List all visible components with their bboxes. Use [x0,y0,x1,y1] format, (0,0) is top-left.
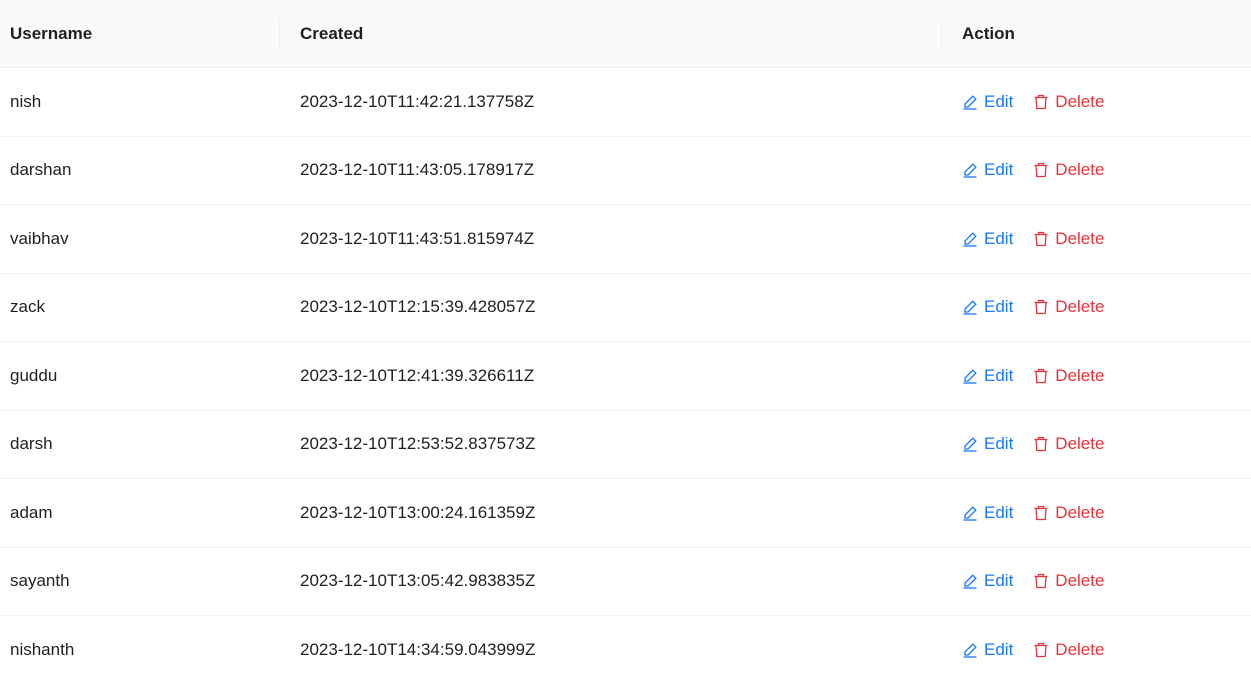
delete-button[interactable]: Delete [1033,640,1104,660]
edit-pen-icon [963,300,977,315]
edit-button[interactable]: Edit [962,503,1013,523]
table-row: darsh 2023-12-10T12:53:52.837573Z Edit D… [0,411,1251,479]
edit-label: Edit [984,434,1014,454]
created-cell: 2023-12-10T12:15:39.428057Z [300,297,536,317]
created-cell: 2023-12-10T11:43:05.178917Z [300,160,535,180]
table-row: nishanth 2023-12-10T14:34:59.043999Z Edi… [0,616,1251,678]
column-header-created[interactable]: Created [280,0,942,67]
table-row: darshan 2023-12-10T11:43:05.178917Z Edit… [0,137,1251,205]
table-header: Username Created Action [0,0,1251,68]
edit-pen-icon [963,232,977,247]
username-cell: sayanth [10,571,70,591]
created-cell: 2023-12-10T13:05:42.983835Z [300,571,536,591]
action-cell: Edit Delete [942,92,1251,112]
delete-button[interactable]: Delete [1033,571,1104,591]
trash-icon [1034,163,1048,178]
username-cell: adam [10,502,53,522]
username-cell: darsh [10,434,53,454]
table-row: nish 2023-12-10T11:42:21.137758Z Edit De… [0,68,1251,137]
created-cell: 2023-12-10T11:42:21.137758Z [300,91,535,111]
action-cell: Edit Delete [942,229,1251,249]
username-cell: guddu [10,365,58,385]
created-cell: 2023-12-10T14:34:59.043999Z [300,639,536,659]
edit-pen-icon [963,506,977,521]
trash-icon [1034,574,1048,589]
table-row: zack 2023-12-10T12:15:39.428057Z Edit De… [0,274,1251,342]
delete-label: Delete [1055,639,1105,659]
action-cell: Edit Delete [942,640,1251,660]
edit-pen-icon [963,643,977,658]
edit-label: Edit [984,228,1014,248]
edit-label: Edit [984,502,1014,522]
edit-button[interactable]: Edit [962,434,1013,454]
edit-button[interactable]: Edit [962,160,1013,180]
edit-button[interactable]: Edit [962,229,1013,249]
delete-button[interactable]: Delete [1033,503,1104,523]
edit-button[interactable]: Edit [962,571,1013,591]
edit-pen-icon [963,95,977,110]
delete-button[interactable]: Delete [1033,160,1104,180]
delete-label: Delete [1055,502,1105,522]
action-cell: Edit Delete [942,434,1251,454]
trash-icon [1034,231,1048,246]
delete-label: Delete [1055,160,1105,180]
delete-label: Delete [1055,91,1105,111]
delete-button[interactable]: Delete [1033,92,1104,112]
table-row: vaibhav 2023-12-10T11:43:51.815974Z Edit… [0,205,1251,274]
edit-button[interactable]: Edit [962,92,1013,112]
created-cell: 2023-12-10T13:00:24.161359Z [300,502,536,522]
edit-label: Edit [984,91,1014,111]
table-row: guddu 2023-12-10T12:41:39.326611Z Edit D… [0,342,1251,411]
edit-label: Edit [984,297,1014,317]
table-body: nish 2023-12-10T11:42:21.137758Z Edit De… [0,68,1251,678]
edit-label: Edit [984,639,1014,659]
username-cell: vaibhav [10,228,69,248]
trash-icon [1034,368,1048,383]
delete-button[interactable]: Delete [1033,297,1104,317]
edit-button[interactable]: Edit [962,297,1013,317]
delete-label: Delete [1055,365,1105,385]
edit-button[interactable]: Edit [962,366,1013,386]
delete-label: Delete [1055,297,1105,317]
edit-pen-icon [963,437,977,452]
edit-button[interactable]: Edit [962,640,1013,660]
users-table: Username Created Action nish 2023-12-10T… [0,0,1251,678]
edit-label: Edit [984,365,1014,385]
edit-pen-icon [963,574,977,589]
trash-icon [1034,505,1048,520]
delete-button[interactable]: Delete [1033,366,1104,386]
delete-label: Delete [1055,434,1105,454]
action-cell: Edit Delete [942,160,1251,180]
trash-icon [1034,437,1048,452]
delete-button[interactable]: Delete [1033,229,1104,249]
created-cell: 2023-12-10T11:43:51.815974Z [300,228,535,248]
edit-pen-icon [963,369,977,384]
column-header-username[interactable]: Username [0,0,280,67]
delete-label: Delete [1055,571,1105,591]
action-cell: Edit Delete [942,571,1251,591]
action-cell: Edit Delete [942,503,1251,523]
edit-pen-icon [963,163,977,178]
action-cell: Edit Delete [942,366,1251,386]
edit-label: Edit [984,160,1014,180]
username-cell: nishanth [10,639,75,659]
delete-label: Delete [1055,228,1105,248]
created-cell: 2023-12-10T12:41:39.326611Z [300,365,535,385]
column-header-action: Action [962,23,1015,43]
trash-icon [1034,300,1048,315]
username-cell: nish [10,91,42,111]
trash-icon [1034,642,1048,657]
action-cell: Edit Delete [942,297,1251,317]
table-row: sayanth 2023-12-10T13:05:42.983835Z Edit… [0,548,1251,616]
delete-button[interactable]: Delete [1033,434,1104,454]
created-cell: 2023-12-10T12:53:52.837573Z [300,434,536,454]
edit-label: Edit [984,571,1014,591]
trash-icon [1034,94,1048,109]
username-cell: zack [10,297,45,317]
username-cell: darshan [10,160,72,180]
table-row: adam 2023-12-10T13:00:24.161359Z Edit De… [0,479,1251,548]
